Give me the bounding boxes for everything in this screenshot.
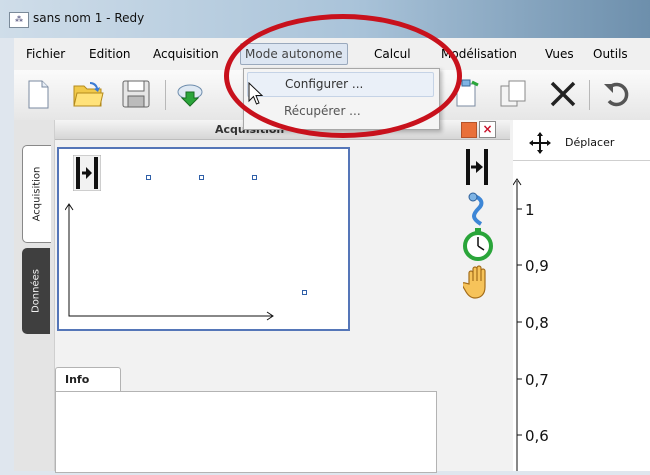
tab-info-label: Info <box>65 373 90 386</box>
menu-acquisition[interactable]: Acquisition <box>153 47 219 61</box>
copy-icon[interactable] <box>497 78 529 110</box>
new-document-icon[interactable] <box>22 78 54 110</box>
y-tick-group: 1 0,9 0,8 0,7 0,6 <box>517 201 549 445</box>
diagram-point[interactable] <box>146 175 151 180</box>
toolbar-separator <box>589 80 590 110</box>
move-arrows-icon[interactable] <box>529 132 551 154</box>
undo-icon[interactable] <box>601 78 633 110</box>
move-button-label[interactable]: Déplacer <box>565 136 614 149</box>
minimize-button[interactable] <box>461 122 477 138</box>
delete-x-icon[interactable] <box>547 78 579 110</box>
close-button[interactable]: × <box>479 121 496 138</box>
y-tick-label: 1 <box>525 201 535 219</box>
probe-icon[interactable] <box>467 192 489 226</box>
toolbar-separator <box>165 80 166 110</box>
acquisition-diagram[interactable] <box>57 147 350 331</box>
save-floppy-icon[interactable] <box>120 78 152 110</box>
y-tick-label: 0,9 <box>525 257 549 275</box>
menu-edition[interactable]: Edition <box>89 47 131 61</box>
menu-fichier[interactable]: Fichier <box>26 47 65 61</box>
acquisition-panel: Acquisition × Info <box>55 120 513 473</box>
cloud-download-icon[interactable] <box>174 78 206 110</box>
graph-panel: Déplacer 1 0,9 0,8 0,7 0,6 <box>512 120 650 471</box>
window-title: sans nom 1 - Redy <box>33 11 145 25</box>
highlight-ellipse <box>224 14 462 138</box>
diagram-point[interactable] <box>199 175 204 180</box>
trigger-marker-icon[interactable] <box>465 148 489 186</box>
vertical-tab-bar: Acquisition Données <box>14 120 55 471</box>
hand-icon[interactable] <box>463 264 493 300</box>
y-tick-label: 0,6 <box>525 427 549 445</box>
graph-toolbar: Déplacer <box>513 120 650 161</box>
tab-acquisition[interactable]: Acquisition <box>22 145 51 243</box>
menu-outils[interactable]: Outils <box>593 47 628 61</box>
graph-y-axis: 1 0,9 0,8 0,7 0,6 <box>512 178 549 471</box>
tab-donnees-label: Données <box>30 268 42 314</box>
y-tick-label: 0,7 <box>525 371 549 389</box>
open-folder-icon[interactable] <box>72 78 104 110</box>
info-content-box <box>55 391 437 473</box>
y-tick-label: 0,8 <box>525 314 549 332</box>
tab-info[interactable]: Info <box>55 367 121 392</box>
stopwatch-icon[interactable] <box>461 227 495 261</box>
diagram-point[interactable] <box>302 290 307 295</box>
diagram-point[interactable] <box>252 175 257 180</box>
redy-app-icon: ⁂ <box>9 12 29 28</box>
graph-area[interactable]: 1 0,9 0,8 0,7 0,6 <box>512 161 650 471</box>
trigger-marker-icon[interactable] <box>73 155 101 191</box>
diagram-axes <box>65 203 274 321</box>
tab-donnees[interactable]: Données <box>22 248 50 334</box>
menu-vues[interactable]: Vues <box>545 47 574 61</box>
tab-acquisition-label: Acquisition <box>31 166 43 222</box>
